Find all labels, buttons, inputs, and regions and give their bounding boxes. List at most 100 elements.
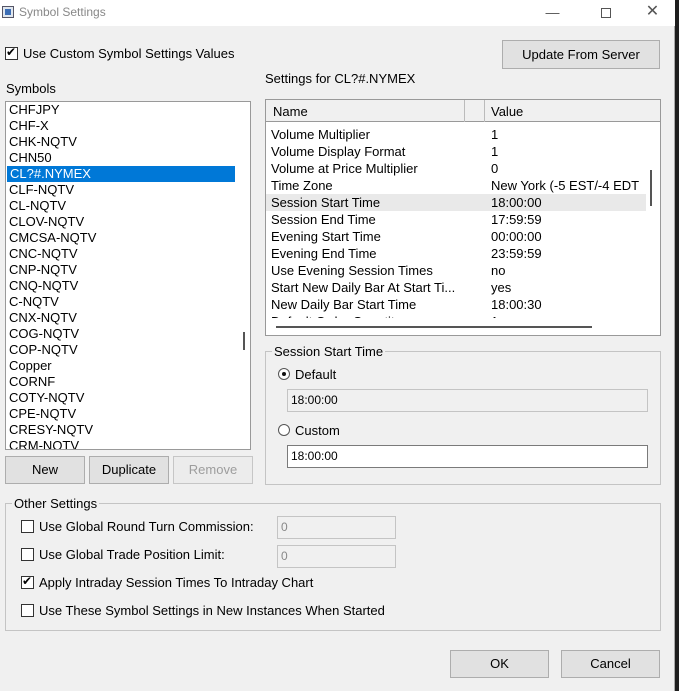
duplicate-button[interactable]: Duplicate [89,456,169,484]
symbol-list-item[interactable]: CLOV-NQTV [6,214,236,230]
grid-row[interactable]: Volume Display Format 1 [266,143,646,160]
setting-value[interactable]: 0 [491,160,646,177]
setting-value[interactable]: no [491,262,646,279]
grid-row[interactable]: Volume at Price Multiplier 0 [266,160,646,177]
close-button[interactable]: ✕ [630,0,675,26]
symbol-list-item[interactable]: CRM-NQTV [6,438,236,449]
use-custom-checkbox[interactable] [5,45,18,60]
default-time-field: 18:00:00 [287,389,648,412]
setting-name: Volume Multiplier [271,127,370,142]
symbol-list-item[interactable]: CHN50 [6,150,236,166]
symbol-list-item[interactable]: CLF-NQTV [6,182,236,198]
symbol-list-item[interactable]: CNQ-NQTV [6,278,236,294]
ok-button[interactable]: OK [450,650,549,678]
grid-row[interactable]: Time Zone New York (-5 EST/-4 EDT [266,177,646,194]
setting-name: Session Start Time [271,195,381,210]
grid-vscroll-thumb[interactable] [650,170,652,206]
symbol-list-item[interactable]: COP-NQTV [6,342,236,358]
global-position-limit-checkbox[interactable] [21,548,34,561]
settings-for-label: Settings for CL?#.NYMEX [265,71,416,86]
grid-row[interactable]: Evening Start Time 00:00:00 [266,228,646,245]
symbols-scroll-thumb[interactable] [243,332,245,350]
symbol-list-item[interactable]: CHF-X [6,118,236,134]
new-instances-checkbox[interactable] [21,604,34,617]
intraday-session-checkbox[interactable] [21,574,34,589]
setting-name: Evening Start Time [271,229,381,244]
default-radio-label: Default [295,367,337,382]
col-value-header[interactable]: Value [491,104,523,119]
custom-radio[interactable] [278,424,290,436]
col-name-header[interactable]: Name [273,104,308,119]
maximize-button[interactable] [583,0,628,26]
setting-name: Use Evening Session Times [271,263,433,278]
grid-row[interactable]: Session Start Time 18:00:00 [266,194,646,211]
new-button[interactable]: New [5,456,85,484]
other-settings-title: Other Settings [12,496,100,511]
setting-name: Volume at Price Multiplier [271,161,418,176]
symbol-list-item[interactable]: CNX-NQTV [6,310,236,326]
setting-value[interactable]: 1 [491,313,646,318]
header-separator [484,100,485,122]
setting-value[interactable]: New York (-5 EST/-4 EDT [491,177,646,194]
symbol-list-item[interactable]: COTY-NQTV [6,390,236,406]
grid-row[interactable]: Use Evening Session Times no [266,262,646,279]
symbol-list-item[interactable]: CL-NQTV [6,198,236,214]
setting-value[interactable]: 23:59:59 [491,245,646,262]
grid-row[interactable]: Default Order Quantity 1 [266,313,646,318]
use-custom-label: Use Custom Symbol Settings Values [23,46,235,61]
symbol-list-item[interactable]: CHK-NQTV [6,134,236,150]
grid-row[interactable]: Evening End Time 23:59:59 [266,245,646,262]
setting-value[interactable]: 17:59:59 [491,211,646,228]
intraday-session-label: Apply Intraday Session Times To Intraday… [39,575,314,590]
setting-name: Start New Daily Bar At Start Ti... [271,280,456,295]
update-from-server-button[interactable]: Update From Server [502,40,660,69]
symbol-list-item[interactable]: COG-NQTV [6,326,236,342]
grid-header: Name Value [266,100,660,122]
symbol-list-item[interactable]: CNC-NQTV [6,246,236,262]
grid-vertical-scrollbar[interactable] [646,122,660,322]
grid-hscroll-thumb[interactable] [276,326,592,328]
grid-row[interactable]: New Daily Bar Start Time 18:00:30 [266,296,646,313]
symbol-list-item[interactable]: CPE-NQTV [6,406,236,422]
default-radio[interactable] [278,368,290,380]
cancel-button[interactable]: Cancel [561,650,660,678]
settings-grid[interactable]: Name Value Volume Multiplier 1 Volume Disp… [265,99,661,336]
setting-value[interactable]: 1 [491,126,646,143]
minimize-button[interactable]: — [530,0,575,26]
symbol-list-item[interactable]: CL?#.NYMEX [7,166,235,182]
symbols-label: Symbols [6,81,56,96]
setting-value[interactable]: yes [491,279,646,296]
setting-value[interactable]: 1 [491,143,646,160]
custom-radio-label: Custom [295,423,340,438]
symbol-list-item[interactable]: CNP-NQTV [6,262,236,278]
setting-value[interactable]: 18:00:30 [491,296,646,313]
app-icon [2,6,14,18]
global-commission-field[interactable]: 0 [277,516,396,539]
setting-name: New Daily Bar Start Time [271,297,417,312]
symbols-scrollbar[interactable] [238,102,250,449]
symbol-list-item[interactable]: Copper [6,358,236,374]
setting-name: Volume Display Format [271,144,406,159]
remove-button[interactable]: Remove [173,456,253,484]
setting-name: Evening End Time [271,246,377,261]
grid-row[interactable]: Start New Daily Bar At Start Ti... yes [266,279,646,296]
symbol-list-item[interactable]: CORNF [6,374,236,390]
symbol-list-item[interactable]: CMCSA-NQTV [6,230,236,246]
grid-row[interactable]: Session End Time 17:59:59 [266,211,646,228]
custom-time-input[interactable]: 18:00:00 [287,445,648,468]
setting-value[interactable]: 18:00:00 [491,194,646,211]
setting-name: Time Zone [271,178,333,193]
setting-value[interactable]: 00:00:00 [491,228,646,245]
global-commission-checkbox[interactable] [21,520,34,533]
symbol-list-item[interactable]: CHFJPY [6,102,236,118]
grid-horizontal-scrollbar[interactable] [266,320,646,335]
header-separator [464,100,465,122]
symbol-list-item[interactable]: CRESY-NQTV [6,422,236,438]
grid-row[interactable]: Volume Multiplier 1 [266,126,646,143]
global-position-limit-field[interactable]: 0 [277,545,396,568]
symbol-list-item[interactable]: C-NQTV [6,294,236,310]
global-position-limit-label: Use Global Trade Position Limit: [39,547,225,562]
grid-rows: Volume Multiplier 1 Volume Display Format 1… [266,126,646,318]
symbols-list[interactable]: CHFJPY CHF-X CHK-NQTV CHN50 CL?#.NYMEX CLF-NQ… [5,101,251,450]
title-bar: Symbol Settings — ✕ [0,0,675,26]
